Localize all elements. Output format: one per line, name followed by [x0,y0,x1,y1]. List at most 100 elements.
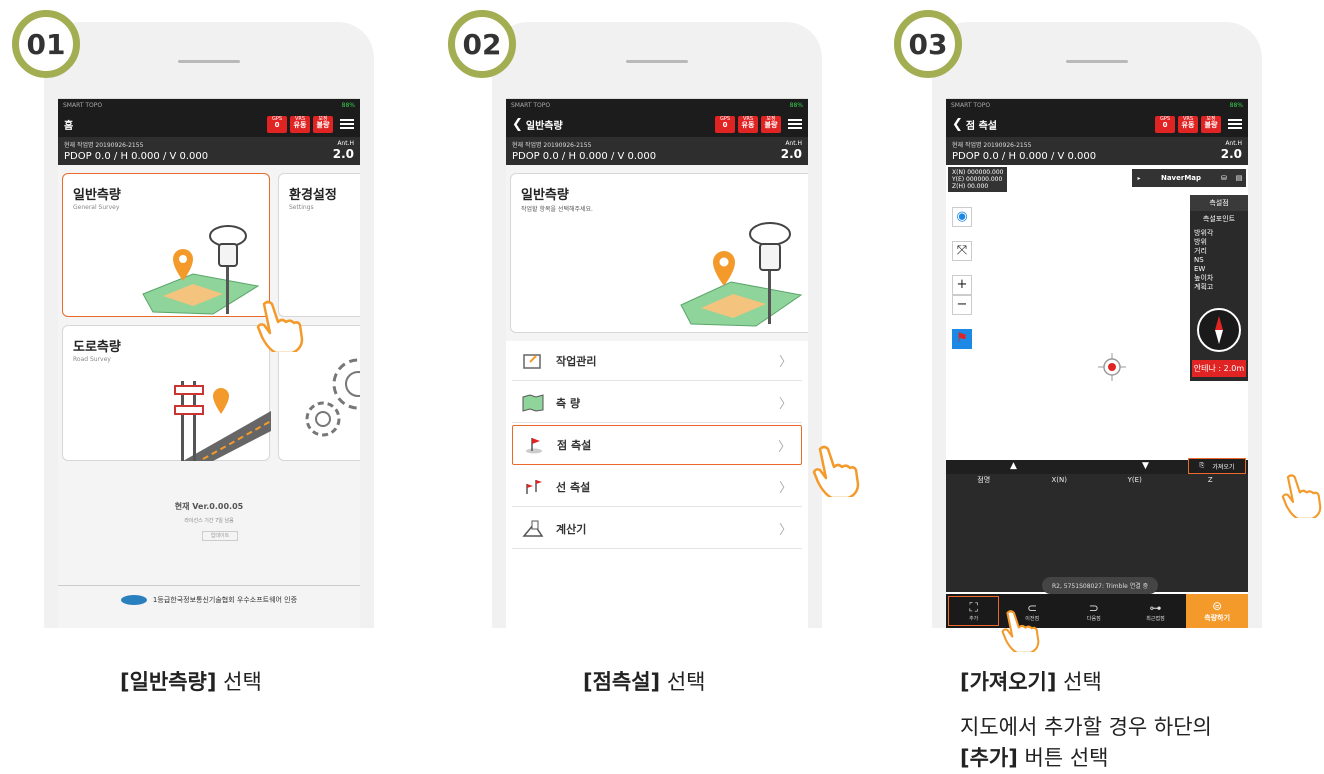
app-screen: SMART TOPO 88% ❮ 점 측설 GPS 0 VRS 유동 보정 불량 현재… [946,98,1248,628]
phone-speaker [1066,60,1128,63]
stakeout-info-panel: 측설점 측설포인트 방위각 방위 거리 NS EW 높이차 계획고 안테나 : [1190,195,1248,381]
measure-label: 측량하기 [1204,614,1231,622]
menu-icon[interactable] [1228,117,1242,131]
caption-bold: [점측설] [583,670,661,694]
layers-icon[interactable]: ⛁ [1216,174,1232,182]
work-name: 현재 작업명 20190926-2155 [512,142,592,149]
page-title: 점 측설 [965,120,997,132]
nearest-point-icon: ⊶ [1149,600,1162,615]
chevron-right-icon: 〉 [778,355,792,370]
menu-item-work-management[interactable]: 작업관리 〉 [512,341,802,381]
antenna-height: Ant.H 2.0 [332,140,354,161]
menu-label: 작업관리 [556,354,597,368]
work-name: 현재 작업명 20190926-2155 [64,142,144,149]
next-point-button[interactable]: ⊃ 다음점 [1063,594,1125,628]
zoom-out-button[interactable]: − [952,295,972,315]
menu-list: 작업관리 〉 측 량 〉 점 측설 〉 선 측설 〉 계산기 〉 [506,341,808,628]
menu-label: 계산기 [556,522,587,536]
map-view[interactable]: X(N) 000000.000 Y(E) 000000.000 Z(H) 00.… [946,165,1248,460]
menu-item-line-stakeout[interactable]: 선 측설 〉 [512,467,802,507]
pdop-readout: PDOP 0.0 / H 0.000 / V 0.000 [512,151,657,162]
panel-field: 높이차 [1194,274,1214,282]
divider [58,585,360,586]
vrs-status-badge[interactable]: VRS 유동 [1178,115,1198,133]
crosshair-icon [1098,353,1126,381]
caption-bold: [일반측량] [120,670,217,694]
menu-icon[interactable] [340,117,354,131]
flag-button[interactable]: ⚑ [952,329,972,349]
step-3: 03 SMART TOPO 88% ❮ 점 측설 GPS 0 VRS 유동 보정 불량… [894,0,1324,774]
toast-message: R2, 5751S08027: Trimble 연결 중 [1042,577,1159,594]
correction-status-badge[interactable]: 보정 불량 [313,115,333,133]
menu-item-calculator[interactable]: 계산기 〉 [512,509,802,549]
cert-logo-icon [120,595,147,605]
collapse-up-icon[interactable]: ▲ [1010,461,1017,471]
import-button[interactable]: ⎘ 가져오기 [1188,458,1246,474]
status-bar: SMART TOPO 88% [946,99,1248,111]
info-bar: 현재 작업명 20190926-2155 PDOP 0.0 / H 0.000 … [58,137,360,165]
vrs-status-badge[interactable]: VRS 유동 [738,115,758,133]
correction-status-badge[interactable]: 보정 불량 [761,115,781,133]
next-label: 다음점 [1086,615,1101,622]
zoom-in-button[interactable]: + [952,275,972,295]
fit-extent-button[interactable]: ⤧ [952,241,972,261]
expand-down-icon[interactable]: ▼ [1142,461,1149,471]
battery-level: 88% [789,101,803,109]
table-header: 점명 X(N) Y(E) Z [946,474,1248,487]
caption-rest: 선택 [1056,670,1102,694]
step-sub-caption-line1: 지도에서 추가할 경우 하단의 [960,715,1212,739]
page-title: 홈 [64,120,74,132]
certification-row: 1등급한국정보통신기술협회 우수소프트웨어 인증 [58,595,360,605]
table-toggle-bar: ▲ ▼ ⎘ 가져오기 [946,458,1248,474]
status-app-name: SMART TOPO [951,101,991,109]
map-provider-select[interactable]: NaverMap [1146,174,1216,182]
survey-menu-area: 일반측량 작업할 항목을 선택해주세요. 작업관리 〉 측 량 〉 점 측설 〉… [506,165,808,628]
home-area: 일반측량 General Survey 환경설정 Settings 도로측량 R… [58,165,360,628]
road-survey-card[interactable]: 도로측량 Road Survey [62,325,271,461]
app-header: ❮ 점 측설 GPS 0 VRS 유동 보정 불량 [946,111,1248,137]
step-2: 02 SMART TOPO 88% ❮ 일반측량 GPS 0 VRS 유동 보정 불량… [448,0,860,774]
card-subtitle: Settings [289,204,314,211]
correction-status-badge[interactable]: 보정 불량 [1201,115,1221,133]
panel-field: NS [1194,256,1204,264]
menu-label: 점 측설 [557,439,592,452]
card-title: 도로측량 [73,340,121,355]
menu-item-point-stakeout[interactable]: 점 측설 〉 [512,425,802,465]
calculator-icon [522,520,544,537]
chevron-right-icon: 〉 [778,397,792,412]
gps-status-badge[interactable]: GPS 0 [267,115,287,133]
gps-status-badge[interactable]: GPS 0 [1155,115,1175,133]
panel-field: 거리 [1194,247,1207,255]
card-subtitle: General Survey [73,204,120,211]
back-icon[interactable]: ❮ [952,117,963,132]
panel-field: 방위각 [1194,229,1214,237]
menu-label: 측 량 [556,396,581,410]
menu-label: 선 측설 [556,480,591,494]
step-sub-caption-line2: [추가] 버튼 선택 [960,742,1108,772]
panel-field: EW [1194,265,1206,273]
chevron-right-icon: 〉 [778,523,792,538]
nearest-point-button[interactable]: ⊶ 최근접점 [1125,594,1187,628]
panel-title: 측설점 [1190,195,1248,211]
locate-button[interactable]: ◉ [952,207,972,227]
gps-status-badge[interactable]: GPS 0 [715,115,735,133]
coord-x: X(N) 000000.000 [952,169,1004,176]
menu-item-survey[interactable]: 측 량 〉 [512,383,802,423]
antenna-height-badge: 안테나 : 2.0m [1192,360,1246,377]
add-label: 추가 [969,616,979,622]
status-bar: SMART TOPO 88% [506,99,808,111]
list-icon[interactable]: ▤ [1232,174,1246,182]
expand-arrow-icon[interactable]: ▸ [1132,175,1146,182]
menu-icon[interactable] [788,117,802,131]
antenna-height: Ant.H 2.0 [780,140,802,161]
update-button[interactable]: 업데이트 [202,531,238,541]
chevron-right-icon: 〉 [778,481,792,496]
vrs-status-badge[interactable]: VRS 유동 [290,115,310,133]
add-button[interactable]: ⛶ 추가 [948,596,1000,626]
settings-card[interactable]: 환경설정 Settings [278,173,360,317]
measure-button[interactable]: ⊜ 측량하기 [1186,594,1248,628]
back-icon[interactable]: ❮ [512,117,523,132]
general-survey-card[interactable]: 일반측량 General Survey [62,173,270,317]
step-caption: [가져오기] 선택 [960,666,1102,696]
app-screen: SMART TOPO 88% 홈 GPS 0 VRS 유동 보정 불량 현재 작업명 … [58,98,360,628]
